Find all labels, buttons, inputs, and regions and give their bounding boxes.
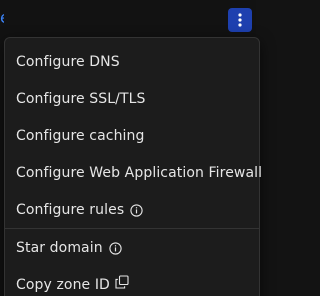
kebab-menu-icon — [238, 13, 242, 27]
menu-item-configure-dns[interactable]: Configure DNS — [16, 48, 120, 76]
menu-item-copy-zone-id[interactable]: Copy zone ID — [16, 271, 129, 296]
menu-item-label: Copy zone ID — [16, 277, 110, 293]
page: e Configure DNS Configure SSL/TLS Config… — [0, 0, 262, 296]
menu-divider — [5, 228, 259, 229]
menu-item-star-domain[interactable]: Star domain — [16, 234, 122, 262]
menu-item-label: Configure caching — [16, 128, 145, 144]
dropdown-menu: Configure DNS Configure SSL/TLS Configur… — [4, 37, 262, 296]
more-options-button[interactable] — [228, 8, 252, 32]
menu-item-label: Configure Web Application Firewall — [16, 165, 263, 181]
copy-icon — [115, 275, 129, 289]
menu-item-label: Configure SSL/TLS — [16, 91, 146, 107]
menu-item-label: Configure DNS — [16, 54, 120, 70]
menu-item-configure-caching[interactable]: Configure caching — [16, 122, 145, 150]
menu-item-configure-ssl-tls[interactable]: Configure SSL/TLS — [16, 85, 146, 113]
menu-item-label: Configure rules — [16, 202, 125, 218]
menu-item-configure-rules[interactable]: Configure rules — [16, 196, 143, 224]
menu-item-label: Star domain — [16, 240, 103, 256]
truncated-link-text[interactable]: e — [0, 9, 4, 27]
info-icon — [109, 241, 122, 255]
info-icon — [130, 203, 143, 217]
menu-item-configure-waf[interactable]: Configure Web Application Firewall — [16, 159, 262, 187]
